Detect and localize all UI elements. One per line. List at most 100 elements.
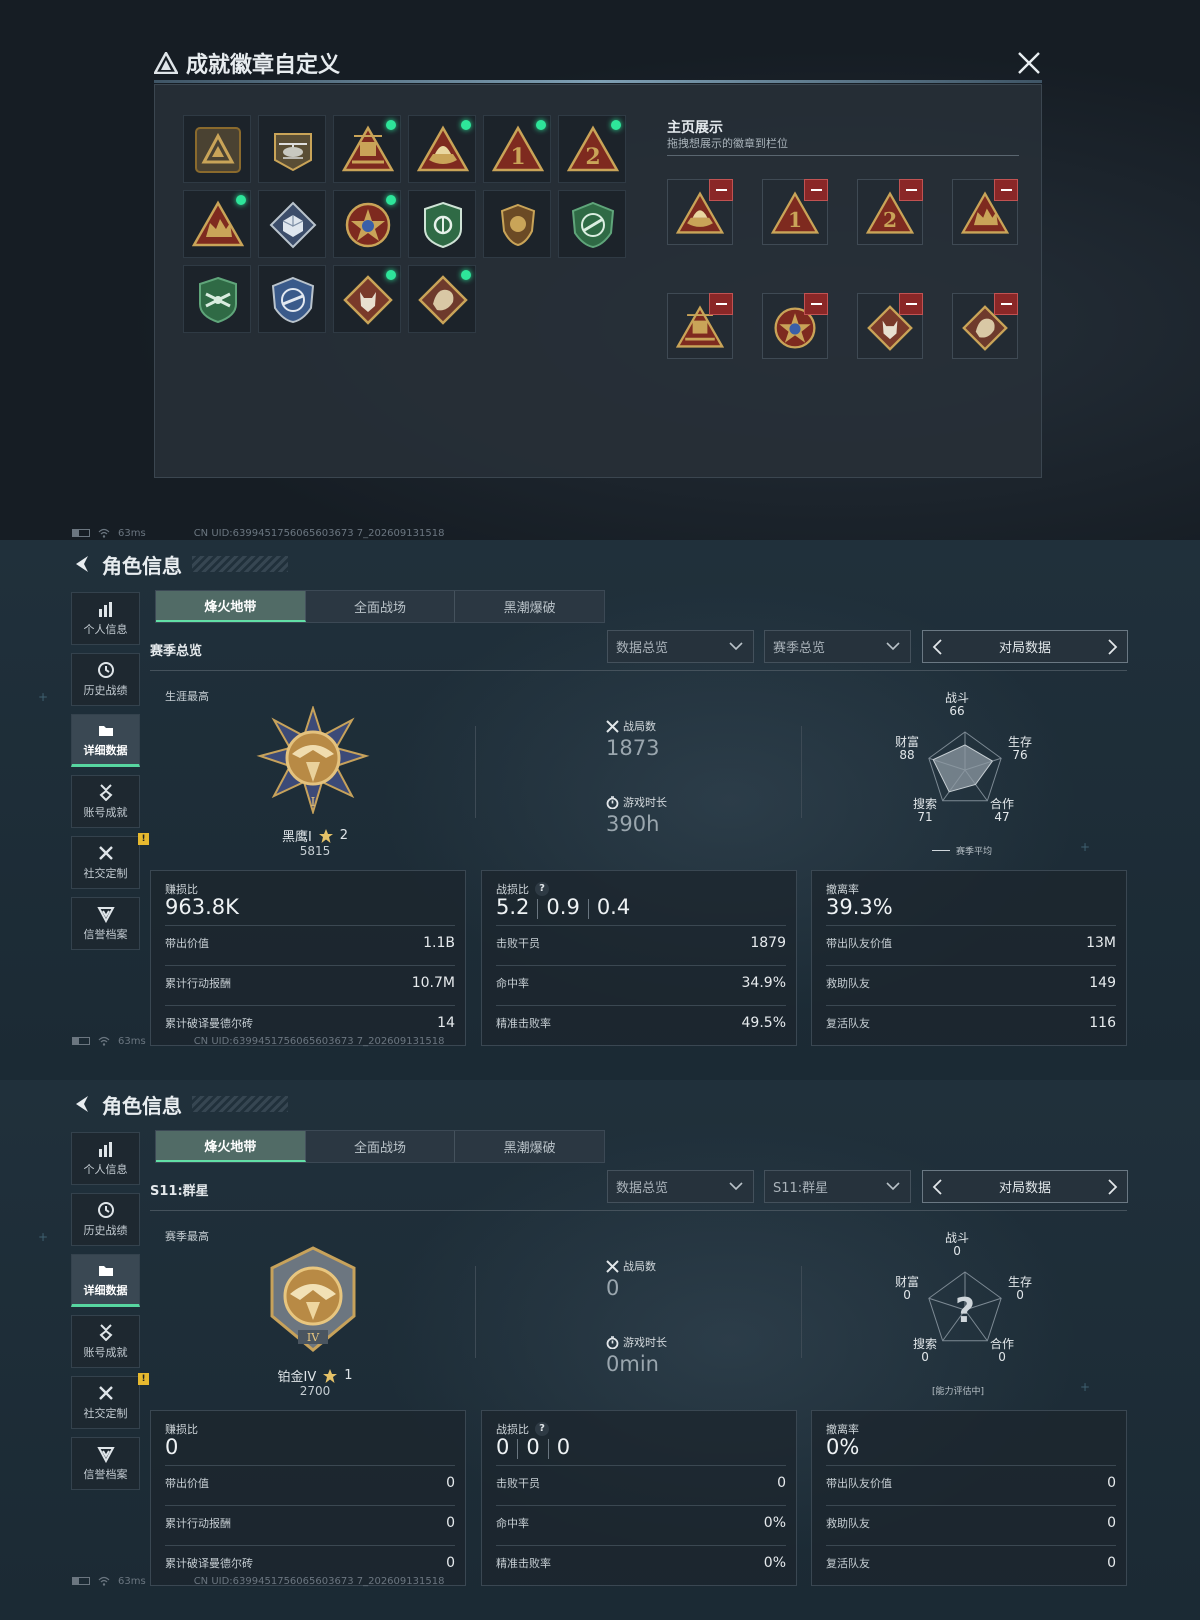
remove-badge-button[interactable]	[804, 179, 828, 201]
badge-slot[interactable]	[258, 190, 326, 258]
sidebar-item-reputation[interactable]: 信誉档案	[71, 1437, 140, 1490]
badge-slot[interactable]	[183, 190, 251, 258]
stat-value: 116	[1089, 1015, 1116, 1031]
showcase-slot[interactable]	[857, 293, 923, 359]
sidebar-item-social[interactable]: 社交定制 !	[71, 1373, 149, 1429]
sidebar-item-history[interactable]: 历史战绩	[71, 653, 140, 706]
remove-badge-button[interactable]	[994, 293, 1018, 315]
badge-slot[interactable]	[408, 190, 476, 258]
badge-slot[interactable]	[258, 265, 326, 333]
ability-radar-chart: ? 战斗 0 生存 0 合作 0 搜索 0 财富 0 [能力评估中]	[890, 1232, 1040, 1402]
stat-card: 赚损比 0 带出价值 0 累计行动报酬 0 累计破译曼德尔砖 0	[150, 1410, 466, 1586]
sidebar-item-detailed-data[interactable]: 详细数据	[71, 1254, 140, 1307]
showcase-slot[interactable]	[762, 293, 828, 359]
divider	[801, 726, 802, 818]
sidebar-item-label: 个人信息	[83, 1163, 128, 1176]
remove-badge-button[interactable]	[709, 179, 733, 201]
showcase-slot[interactable]	[952, 179, 1018, 245]
new-indicator-dot	[461, 270, 471, 280]
ping-text: 63ms	[118, 1035, 146, 1047]
help-icon[interactable]: ?	[535, 882, 549, 896]
medal-icon	[99, 1324, 112, 1341]
sidebar-item-history[interactable]: 历史战绩	[71, 1193, 140, 1246]
back-arrow-icon[interactable]	[72, 554, 92, 574]
tab-mode[interactable]: 全面战场	[306, 1131, 456, 1162]
remove-badge-button[interactable]	[994, 179, 1018, 201]
remove-badge-button[interactable]	[899, 293, 923, 315]
new-indicator-dot	[386, 195, 396, 205]
stat-label: 击败干员	[496, 937, 540, 950]
chevron-left-icon[interactable]	[931, 639, 945, 655]
matches-label-text: 战局数	[623, 1260, 656, 1273]
showcase-slot[interactable]: 2	[857, 179, 923, 245]
header-hatch-decoration	[192, 1096, 288, 1112]
wifi-icon	[98, 1036, 110, 1046]
sidebar-item-personal-info[interactable]: 个人信息	[71, 1132, 140, 1185]
tab-mode[interactable]: 烽火地带	[156, 1131, 306, 1162]
tab-mode[interactable]: 黑潮爆破	[455, 1131, 604, 1162]
card-main-value: 963.8K	[165, 895, 239, 919]
chevron-right-icon[interactable]	[1105, 639, 1119, 655]
sidebar-item-detailed-data[interactable]: 详细数据	[71, 714, 140, 767]
showcase-slot[interactable]: 1	[762, 179, 828, 245]
close-icon[interactable]	[1016, 50, 1042, 76]
badge-slot[interactable]: 2	[558, 115, 626, 183]
radar-label-combat: 战斗 66	[945, 692, 969, 718]
remove-badge-button[interactable]	[709, 293, 733, 315]
badge-slot[interactable]	[408, 115, 476, 183]
stat-value: 0	[777, 1475, 786, 1491]
rank-platinum-emblem-icon: IV	[270, 1246, 356, 1352]
sidebar-item-reputation[interactable]: 信誉档案	[71, 897, 140, 950]
data-overview-dropdown[interactable]: 数据总览	[607, 630, 754, 663]
remove-badge-button[interactable]	[899, 179, 923, 201]
sidebar-item-personal-info[interactable]: 个人信息	[71, 592, 140, 645]
badge-slot[interactable]	[333, 265, 401, 333]
decor-crosshair: +	[1080, 1380, 1091, 1394]
sidebar-item-achievements[interactable]: 账号成就	[71, 1315, 140, 1368]
rank-title: 黑鹰I	[281, 830, 312, 845]
badge-slot[interactable]	[183, 265, 251, 333]
radar-axis-value: 71	[917, 810, 933, 824]
tab-mode[interactable]: 黑潮爆破	[455, 591, 604, 622]
modal-header: 成就徽章自定义	[154, 46, 340, 80]
remove-badge-button[interactable]	[804, 293, 828, 315]
page-title: 角色信息	[102, 1093, 182, 1118]
sidebar-item-social[interactable]: 社交定制 !	[71, 833, 149, 889]
showcase-slot[interactable]	[952, 293, 1018, 359]
badge-slot[interactable]	[408, 265, 476, 333]
badge-slot[interactable]	[258, 115, 326, 183]
data-overview-dropdown[interactable]: 数据总览	[607, 1170, 754, 1203]
season-dropdown[interactable]: 赛季总览	[764, 630, 911, 663]
stat-value: 149	[1089, 975, 1116, 991]
back-arrow-icon[interactable]	[72, 1094, 92, 1114]
badge-slot[interactable]	[333, 115, 401, 183]
radar-legend-text: 赛季平均	[956, 847, 993, 857]
badge-slot[interactable]	[483, 190, 551, 258]
badge-slot[interactable]	[333, 190, 401, 258]
showcase-slot[interactable]	[667, 179, 733, 245]
divider	[496, 1465, 786, 1466]
badge-slot[interactable]	[183, 115, 251, 183]
chevron-left-icon[interactable]	[931, 1179, 945, 1195]
stat-row: 精准击败率 0%	[496, 1551, 786, 1575]
chevron-right-icon[interactable]	[1105, 1179, 1119, 1195]
stat-label: 命中率	[496, 1517, 529, 1530]
sidebar-item-label: 个人信息	[83, 623, 128, 636]
help-icon[interactable]: ?	[535, 1422, 549, 1436]
tab-mode[interactable]: 全面战场	[306, 591, 456, 622]
sidebar-item-achievements[interactable]: 账号成就	[71, 775, 140, 828]
badge-slot[interactable]: 1	[483, 115, 551, 183]
kd-value: 0	[556, 1435, 571, 1459]
stat-value: 0	[1107, 1555, 1116, 1571]
divider	[150, 670, 1127, 671]
divider	[826, 925, 1116, 926]
showcase-subtitle: 拖拽想展示的徽章到栏位	[667, 137, 788, 150]
showcase-slot[interactable]	[667, 293, 733, 359]
radar-axis-value: 0	[903, 1288, 911, 1302]
stat-row: 累计行动报酬 10.7M	[165, 971, 455, 995]
badge-customize-screen: 成就徽章自定义 12 主页展示 拖拽想展示的徽章到栏位 12 63ms CN U…	[0, 0, 1200, 540]
badge-slot[interactable]	[558, 190, 626, 258]
tab-mode[interactable]: 烽火地带	[156, 591, 306, 622]
season-dropdown[interactable]: S11:群星	[764, 1170, 911, 1203]
stat-card: 战损比? 5.2 0.9 0.4 击败干员 1879 命中率 34.9% 精准击…	[481, 870, 797, 1046]
